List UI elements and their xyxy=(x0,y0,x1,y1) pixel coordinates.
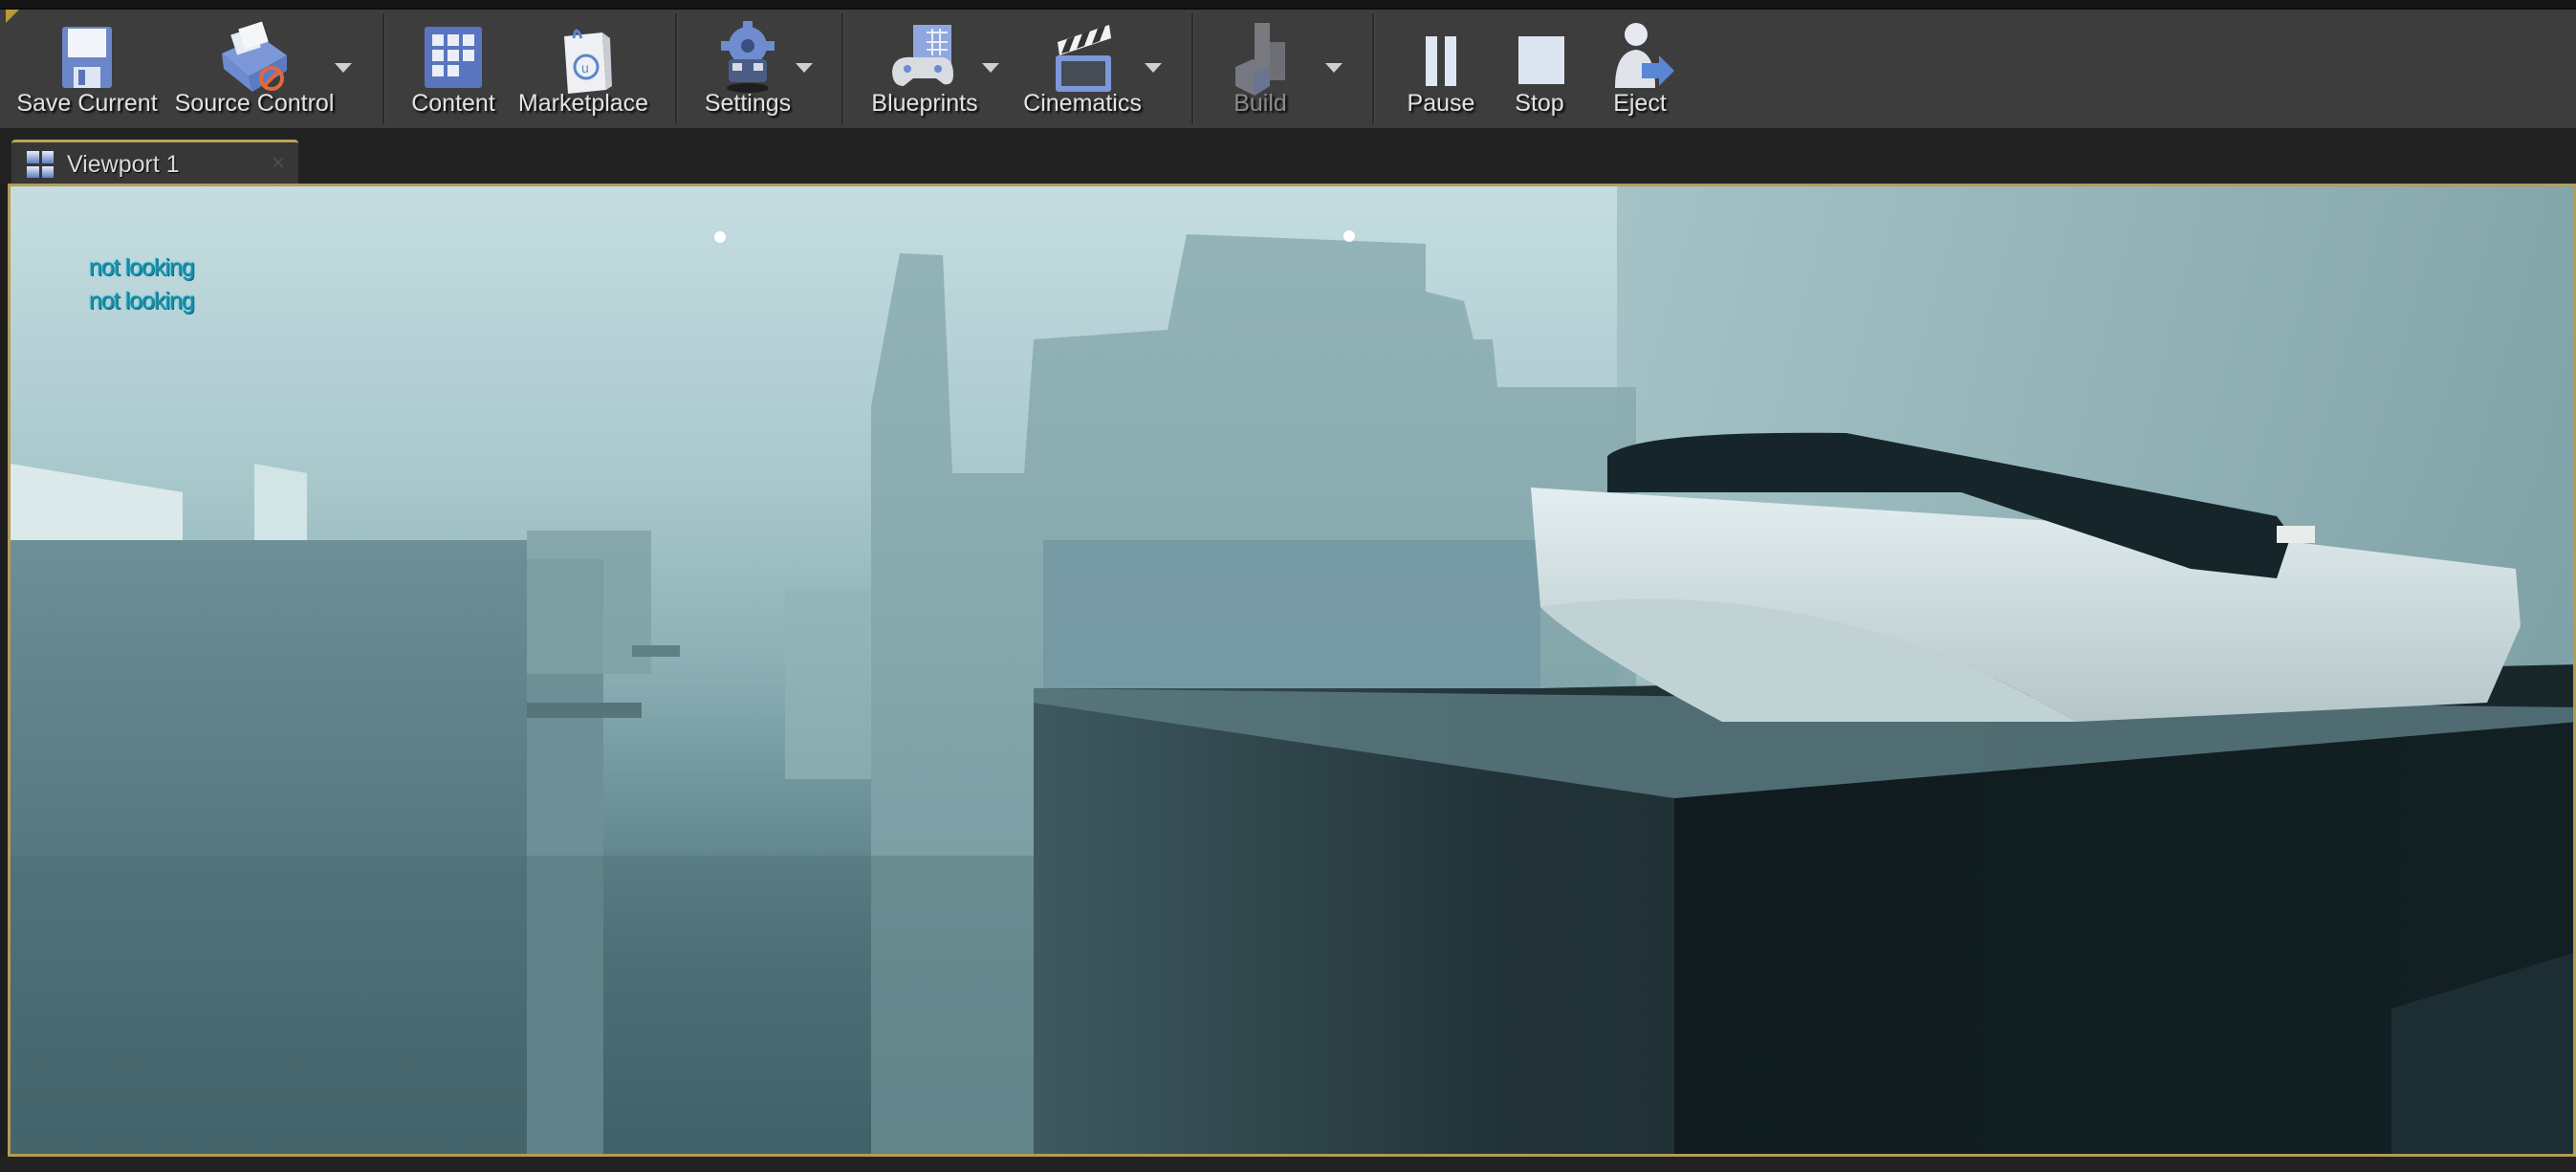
content-label: Content xyxy=(411,90,495,117)
settings-dropdown-arrow[interactable] xyxy=(796,63,813,73)
marketplace-label: Marketplace xyxy=(517,90,649,117)
cinematics-button[interactable]: Cinematics xyxy=(1023,10,1142,128)
source-control-label: Source Control xyxy=(174,90,335,117)
scene-render xyxy=(11,186,2573,1154)
corner-marker xyxy=(6,10,19,23)
gear-icon xyxy=(721,21,775,93)
eject-user-icon xyxy=(1615,23,1674,88)
content-button[interactable]: Content xyxy=(405,10,501,128)
toolbar-separator xyxy=(1191,13,1194,124)
svg-text:u: u xyxy=(581,60,589,76)
save-current-label: Save Current xyxy=(16,90,158,117)
cinematics-dropdown-arrow[interactable] xyxy=(1145,63,1162,73)
hud-line: not looking xyxy=(89,288,195,315)
tab-bar: Viewport 1 × xyxy=(0,128,2576,185)
build-button[interactable]: Build xyxy=(1217,10,1303,128)
content-browser-icon xyxy=(425,27,482,88)
blueprints-button[interactable]: Blueprints xyxy=(871,10,978,128)
tab-viewport-1[interactable]: Viewport 1 × xyxy=(11,140,298,185)
build-dropdown-arrow[interactable] xyxy=(1325,63,1343,73)
tab-label: Viewport 1 xyxy=(67,151,180,178)
hud-line: not looking xyxy=(89,254,195,281)
settings-button[interactable]: Settings xyxy=(700,10,796,128)
clapperboard-icon xyxy=(1056,25,1111,92)
toolbar-separator xyxy=(1372,13,1375,124)
pause-icon xyxy=(1426,36,1456,86)
pause-label: Pause xyxy=(1407,90,1475,117)
settings-label: Settings xyxy=(704,90,792,117)
toolbar-separator xyxy=(841,13,844,124)
gamepad-icon xyxy=(892,25,953,86)
window-top-strip xyxy=(0,0,2576,10)
cinematics-label: Cinematics xyxy=(1023,90,1142,117)
viewport-grid-icon xyxy=(27,151,54,178)
marketplace-button[interactable]: u Marketplace xyxy=(517,10,649,128)
shopping-bag-icon: u xyxy=(564,29,612,94)
blueprints-dropdown-arrow[interactable] xyxy=(982,63,999,73)
build-label: Build xyxy=(1233,90,1287,117)
toolbar-separator xyxy=(382,13,385,124)
eject-label: Eject xyxy=(1613,90,1667,117)
main-toolbar: Save Current Source Control Content u Ma… xyxy=(0,10,2576,128)
stop-button[interactable]: Stop xyxy=(1501,10,1578,128)
game-viewport[interactable]: not looking not looking xyxy=(8,184,2576,1157)
build-blocks-icon xyxy=(1235,23,1285,96)
source-control-icon xyxy=(222,21,287,92)
stop-label: Stop xyxy=(1515,90,1564,117)
window-bottom-strip xyxy=(0,1157,2576,1172)
toolbar-separator xyxy=(675,13,678,124)
blueprints-label: Blueprints xyxy=(871,90,978,117)
eject-button[interactable]: Eject xyxy=(1602,10,1678,128)
pause-button[interactable]: Pause xyxy=(1403,10,1479,128)
save-current-button[interactable]: Save Current xyxy=(16,10,158,128)
hud-debug-text: not looking not looking xyxy=(89,251,195,318)
stop-icon xyxy=(1518,36,1564,84)
floppy-disk-icon xyxy=(62,27,112,88)
source-control-button[interactable]: Source Control xyxy=(175,10,334,128)
source-control-dropdown-arrow[interactable] xyxy=(335,63,352,73)
close-icon[interactable]: × xyxy=(272,150,285,177)
